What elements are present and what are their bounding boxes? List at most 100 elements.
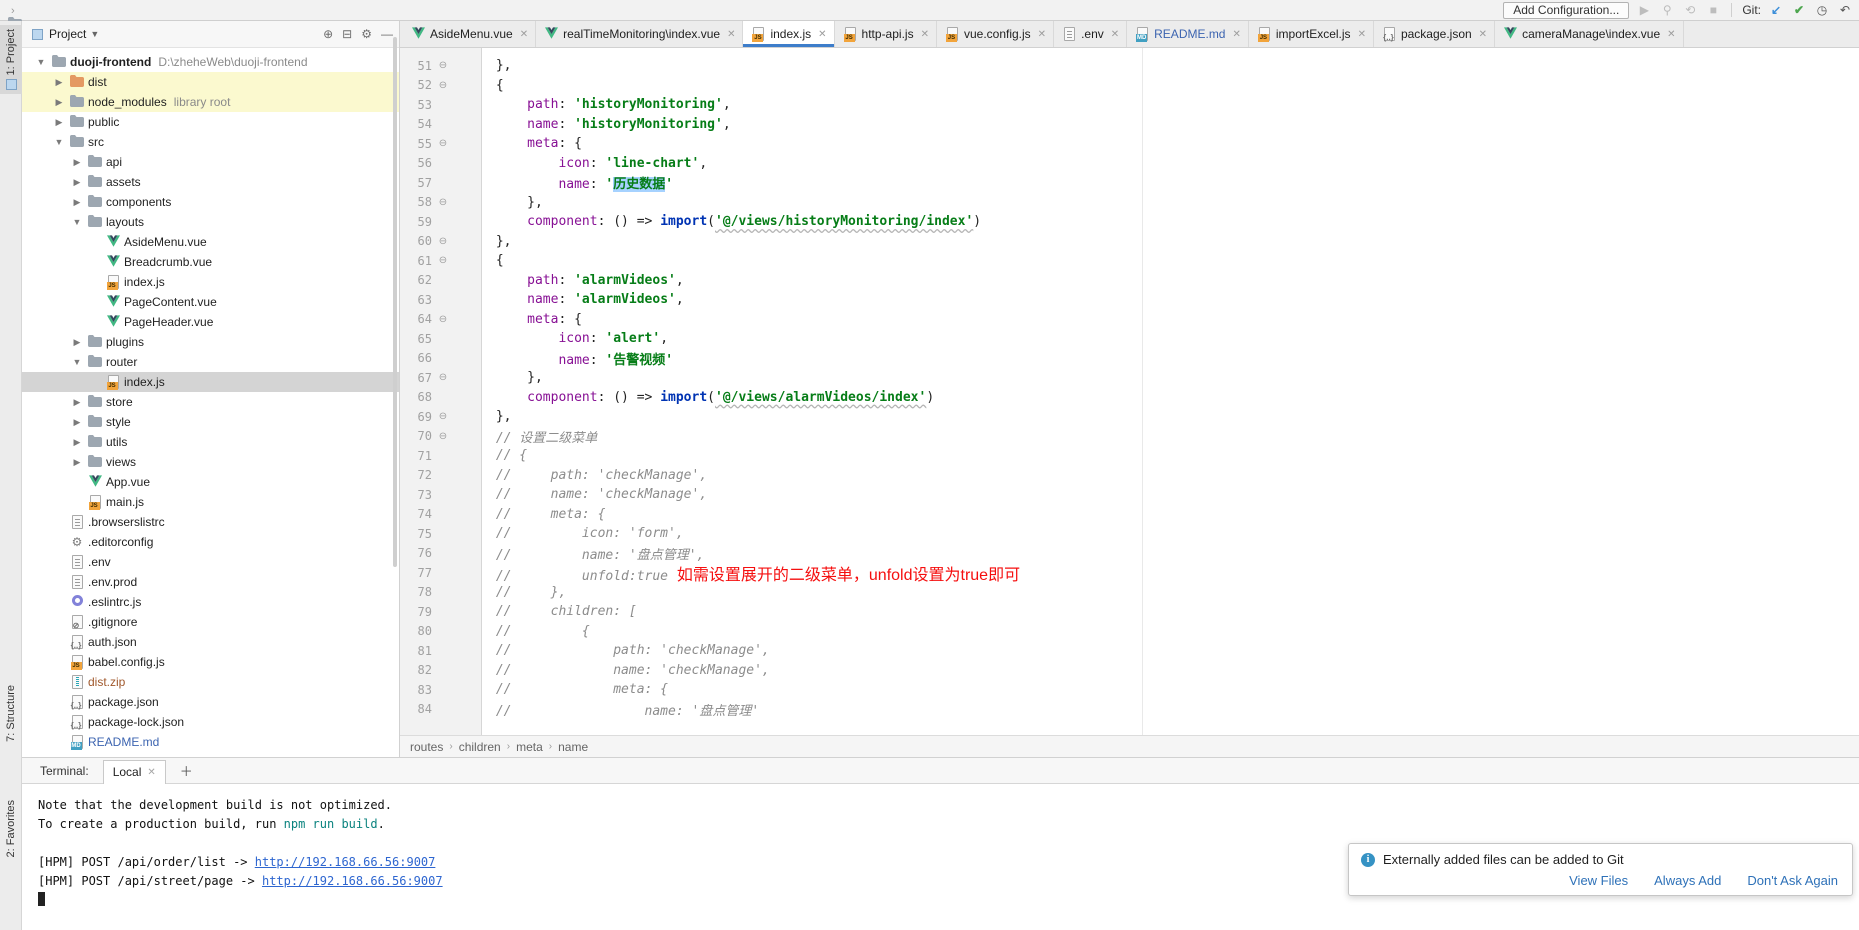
notification-action-don-t-ask-again[interactable]: Don't Ask Again bbox=[1747, 873, 1838, 888]
editor-tab[interactable]: JSimportExcel.js✕ bbox=[1249, 21, 1374, 47]
tree-item-.browserslistrc[interactable]: .browserslistrc bbox=[22, 512, 399, 532]
fold-marker-icon[interactable]: ⊖ bbox=[432, 138, 454, 149]
tree-item-api[interactable]: ▶api bbox=[22, 152, 399, 172]
locate-file-icon[interactable]: ⊕ bbox=[323, 27, 333, 41]
profile-icon[interactable]: ⟲ bbox=[1682, 3, 1698, 17]
tree-item-plugins[interactable]: ▶plugins bbox=[22, 332, 399, 352]
chevron-collapsed-icon[interactable]: ▶ bbox=[68, 457, 86, 468]
tree-item-public[interactable]: ▶public bbox=[22, 112, 399, 132]
tree-item-views[interactable]: ▶views bbox=[22, 452, 399, 472]
tree-item-.gitignore[interactable]: ⊘.gitignore bbox=[22, 612, 399, 632]
git-update-icon[interactable]: ↙ bbox=[1768, 3, 1784, 17]
chevron-expanded-icon[interactable]: ▼ bbox=[32, 57, 50, 67]
chevron-collapsed-icon[interactable]: ▶ bbox=[68, 397, 86, 408]
tree-scrollbar[interactable] bbox=[393, 37, 397, 567]
tree-item-store[interactable]: ▶store bbox=[22, 392, 399, 412]
tree-item-app.vue[interactable]: App.vue bbox=[22, 472, 399, 492]
tree-item-readme.md[interactable]: MDREADME.md bbox=[22, 732, 399, 752]
chevron-expanded-icon[interactable]: ▼ bbox=[50, 137, 68, 147]
fold-marker-icon[interactable]: ⊖ bbox=[432, 236, 454, 247]
terminal-tab-local[interactable]: Local ✕ bbox=[103, 760, 166, 784]
close-icon[interactable]: ✕ bbox=[818, 29, 826, 40]
tree-item-.eslintrc.js[interactable]: .eslintrc.js bbox=[22, 592, 399, 612]
tree-item-style[interactable]: ▶style bbox=[22, 412, 399, 432]
editor-tab[interactable]: MDREADME.md✕ bbox=[1127, 21, 1249, 47]
chevron-collapsed-icon[interactable]: ▶ bbox=[50, 97, 68, 108]
git-rollback-icon[interactable]: ↶ bbox=[1837, 3, 1853, 17]
tree-item-package-lock.json[interactable]: {..}package-lock.json bbox=[22, 712, 399, 732]
git-history-icon[interactable]: ◷ bbox=[1814, 3, 1830, 17]
debug-icon[interactable]: ⚲ bbox=[1659, 3, 1675, 17]
close-icon[interactable]: ✕ bbox=[1232, 29, 1240, 40]
editor-tab[interactable]: JSvue.config.js✕ bbox=[937, 21, 1054, 47]
tree-item-duoji-frontend[interactable]: ▼duoji-frontendD:\zheheWeb\duoji-fronten… bbox=[22, 52, 399, 72]
tree-item-pageheader.vue[interactable]: PageHeader.vue bbox=[22, 312, 399, 332]
code-content[interactable]: 51⊖ },52⊖ {53 path: 'historyMonitoring',… bbox=[400, 56, 1859, 719]
close-icon[interactable]: ✕ bbox=[1038, 29, 1046, 40]
tree-item-assets[interactable]: ▶assets bbox=[22, 172, 399, 192]
tree-item-.env[interactable]: .env bbox=[22, 552, 399, 572]
close-icon[interactable]: ✕ bbox=[1479, 29, 1487, 40]
chevron-down-icon[interactable]: ▼ bbox=[90, 29, 99, 39]
tree-item-utils[interactable]: ▶utils bbox=[22, 432, 399, 452]
close-icon[interactable]: ✕ bbox=[1667, 29, 1675, 40]
collapse-all-icon[interactable]: ⊟ bbox=[342, 27, 352, 41]
fold-marker-icon[interactable]: ⊖ bbox=[432, 314, 454, 325]
chevron-collapsed-icon[interactable]: ▶ bbox=[68, 437, 86, 448]
tree-item-main.js[interactable]: JSmain.js bbox=[22, 492, 399, 512]
tree-item-.env.prod[interactable]: .env.prod bbox=[22, 572, 399, 592]
fold-marker-icon[interactable]: ⊖ bbox=[432, 197, 454, 208]
notification-action-always-add[interactable]: Always Add bbox=[1654, 873, 1721, 888]
tree-item-router[interactable]: ▼router bbox=[22, 352, 399, 372]
fold-marker-icon[interactable]: ⊖ bbox=[432, 411, 454, 422]
close-icon[interactable]: ✕ bbox=[1358, 29, 1366, 40]
breadcrumb-item[interactable]: src bbox=[8, 0, 107, 3]
editor-breadcrumb-item[interactable]: meta bbox=[516, 740, 543, 754]
tree-item-src[interactable]: ▼src bbox=[22, 132, 399, 152]
fold-marker-icon[interactable]: ⊖ bbox=[432, 255, 454, 266]
tree-item-package.json[interactable]: {..}package.json bbox=[22, 692, 399, 712]
add-configuration-button[interactable]: Add Configuration... bbox=[1503, 2, 1629, 19]
chevron-collapsed-icon[interactable]: ▶ bbox=[68, 197, 86, 208]
stop-icon[interactable]: ■ bbox=[1705, 3, 1721, 17]
tree-item-dist[interactable]: ▶dist bbox=[22, 72, 399, 92]
tree-item-layouts[interactable]: ▼layouts bbox=[22, 212, 399, 232]
git-commit-icon[interactable]: ✔ bbox=[1791, 3, 1807, 17]
editor-breadcrumb-item[interactable]: name bbox=[558, 740, 588, 754]
fold-marker-icon[interactable]: ⊖ bbox=[432, 431, 454, 442]
tree-item-nodemodules[interactable]: ▶node_moduleslibrary root bbox=[22, 92, 399, 112]
chevron-collapsed-icon[interactable]: ▶ bbox=[50, 77, 68, 88]
tree-item-auth.json[interactable]: {..}auth.json bbox=[22, 632, 399, 652]
editor-tab[interactable]: {..}package.json✕ bbox=[1374, 21, 1495, 47]
tree-item-index.js[interactable]: JSindex.js bbox=[22, 372, 399, 392]
chevron-expanded-icon[interactable]: ▼ bbox=[68, 357, 86, 367]
tree-item-dist.zip[interactable]: dist.zip bbox=[22, 672, 399, 692]
tree-item-breadcrumb.vue[interactable]: Breadcrumb.vue bbox=[22, 252, 399, 272]
close-icon[interactable]: ✕ bbox=[727, 29, 735, 40]
editor-breadcrumb-item[interactable]: children bbox=[459, 740, 501, 754]
stripe-structure-button[interactable]: 7: Structure bbox=[0, 681, 22, 746]
tree-item-babel.config.js[interactable]: JSbabel.config.js bbox=[22, 652, 399, 672]
fold-marker-icon[interactable]: ⊖ bbox=[432, 60, 454, 71]
stripe-favorites-button[interactable]: 2: Favorites bbox=[0, 796, 22, 861]
tree-item-asidemenu.vue[interactable]: AsideMenu.vue bbox=[22, 232, 399, 252]
chevron-collapsed-icon[interactable]: ▶ bbox=[68, 337, 86, 348]
hide-panel-icon[interactable]: — bbox=[381, 27, 393, 41]
chevron-expanded-icon[interactable]: ▼ bbox=[68, 217, 86, 227]
terminal-url-link[interactable]: http://192.168.66.56:9007 bbox=[255, 855, 436, 869]
tree-item-.editorconfig[interactable]: ⚙.editorconfig bbox=[22, 532, 399, 552]
code-editor[interactable]: 51⊖ },52⊖ {53 path: 'historyMonitoring',… bbox=[400, 48, 1859, 735]
run-icon[interactable]: ▶ bbox=[1636, 3, 1652, 17]
fold-marker-icon[interactable]: ⊖ bbox=[432, 80, 454, 91]
settings-icon[interactable]: ⚙ bbox=[361, 27, 372, 41]
tree-item-components[interactable]: ▶components bbox=[22, 192, 399, 212]
close-icon[interactable]: ✕ bbox=[147, 767, 155, 778]
fold-marker-icon[interactable]: ⊖ bbox=[432, 372, 454, 383]
chevron-collapsed-icon[interactable]: ▶ bbox=[68, 417, 86, 428]
chevron-collapsed-icon[interactable]: ▶ bbox=[68, 177, 86, 188]
close-icon[interactable]: ✕ bbox=[1111, 29, 1119, 40]
new-terminal-icon[interactable]: ＋ bbox=[180, 761, 193, 780]
editor-tab[interactable]: JShttp-api.js✕ bbox=[835, 21, 937, 47]
editor-tab[interactable]: cameraManage\index.vue✕ bbox=[1495, 21, 1683, 47]
terminal-url-link[interactable]: http://192.168.66.56:9007 bbox=[262, 874, 443, 888]
